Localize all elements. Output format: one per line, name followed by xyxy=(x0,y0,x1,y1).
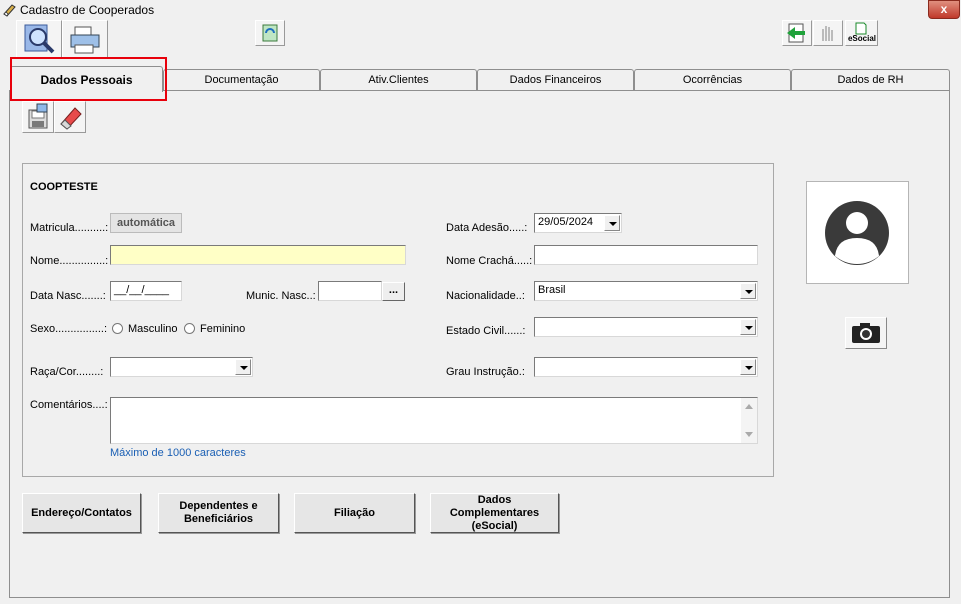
nome-label: Nome...............: xyxy=(30,255,109,267)
save-button[interactable] xyxy=(22,101,54,133)
scroll-arrows-icon xyxy=(745,404,753,437)
grau-instrucao-label: Grau Instrução.: xyxy=(446,366,525,378)
nacionalidade-value: Brasil xyxy=(538,284,566,296)
recycle-button[interactable] xyxy=(255,20,285,46)
chevron-down-icon[interactable] xyxy=(235,359,251,375)
data-nasc-input[interactable]: __/__/____ xyxy=(110,281,182,301)
munic-nasc-label: Munic. Nasc..: xyxy=(246,290,316,302)
app-icon xyxy=(3,4,16,17)
tab-label: Ocorrências xyxy=(682,74,743,86)
tab-ativ-clientes[interactable]: Ativ.Clientes xyxy=(320,69,477,91)
clear-button[interactable] xyxy=(54,101,86,133)
filiacao-button[interactable]: Filiação xyxy=(294,493,415,533)
sexo-masculino-label: Masculino xyxy=(128,323,178,335)
eraser-icon xyxy=(60,107,82,130)
search-button[interactable] xyxy=(16,20,62,58)
esocial-button[interactable]: eSocial xyxy=(845,20,878,46)
recycle-icon xyxy=(262,24,278,42)
hand-icon xyxy=(822,26,833,41)
data-adesao-picker[interactable]: 29/05/2024 xyxy=(534,213,622,233)
chevron-down-icon[interactable] xyxy=(740,319,756,335)
nome-input[interactable] xyxy=(110,245,406,265)
nome-cracha-input[interactable] xyxy=(534,245,758,265)
dados-complementares-line1: Dados xyxy=(477,493,512,506)
nome-cracha-label: Nome Crachá.....: xyxy=(446,255,533,267)
chevron-down-icon[interactable] xyxy=(740,359,756,375)
esocial-label: eSocial xyxy=(847,34,876,43)
matricula-label: Matricula..........: xyxy=(30,222,109,234)
title-bar: Cadastro de Cooperados x xyxy=(0,0,961,20)
dados-complementares-line3: (eSocial) xyxy=(471,519,518,532)
endereco-contatos-button[interactable]: Endereço/Contatos xyxy=(22,493,141,533)
grau-instrucao-select[interactable] xyxy=(534,357,758,377)
sexo-label: Sexo................: xyxy=(30,323,108,335)
endereco-label: Endereço/Contatos xyxy=(31,506,132,519)
camera-button[interactable] xyxy=(845,317,887,349)
biometric-button[interactable] xyxy=(813,20,843,46)
print-button[interactable] xyxy=(62,20,108,58)
raca-cor-label: Raça/Cor........: xyxy=(30,366,104,378)
dependentes-button[interactable]: Dependentes e Beneficiários xyxy=(158,493,279,533)
camera-icon xyxy=(852,323,880,343)
photo-frame[interactable] xyxy=(806,181,909,284)
import-button[interactable] xyxy=(782,20,812,46)
group-title: COOPTESTE xyxy=(30,181,98,193)
comentarios-label: Comentários....: xyxy=(30,399,108,411)
tab-highlight xyxy=(10,57,167,101)
tab-label: Ativ.Clientes xyxy=(368,74,429,86)
magnifier-icon xyxy=(24,24,55,54)
printer-icon xyxy=(70,26,100,54)
esocial-icon xyxy=(855,22,867,35)
scrollbar[interactable] xyxy=(741,398,757,443)
matricula-field: automática xyxy=(110,213,182,233)
import-green-icon xyxy=(787,23,805,43)
tab-label: Dados Financeiros xyxy=(509,74,602,86)
tab-dados-de-rh[interactable]: Dados de RH xyxy=(791,69,950,91)
sexo-feminino-label: Feminino xyxy=(200,323,246,335)
sexo-masculino-radio[interactable] xyxy=(112,323,123,334)
comentarios-hint: Máximo de 1000 caracteres xyxy=(110,447,246,459)
tab-documentacao[interactable]: Documentação xyxy=(163,69,320,91)
munic-nasc-lookup-button[interactable]: ... xyxy=(382,282,405,301)
close-button[interactable]: x xyxy=(928,0,960,19)
tab-dados-financeiros[interactable]: Dados Financeiros xyxy=(477,69,634,91)
data-nasc-label: Data Nasc.......: xyxy=(30,290,106,302)
dependentes-label-line1: Dependentes e xyxy=(179,500,258,512)
nacionalidade-select[interactable]: Brasil xyxy=(534,281,758,301)
comentarios-textarea[interactable] xyxy=(110,397,758,444)
munic-nasc-input[interactable] xyxy=(318,281,382,301)
dependentes-label-line2: Beneficiários xyxy=(183,513,254,525)
dados-complementares-button[interactable]: Dados Complementares (eSocial) xyxy=(430,493,559,533)
nacionalidade-label: Nacionalidade..: xyxy=(446,290,525,302)
estado-civil-select[interactable] xyxy=(534,317,758,337)
filiacao-label: Filiação xyxy=(334,506,375,519)
data-adesao-value: 29/05/2024 xyxy=(538,216,594,228)
raca-cor-select[interactable] xyxy=(110,357,253,377)
user-avatar-icon xyxy=(825,201,889,265)
floppy-save-icon xyxy=(28,103,48,129)
tab-label: Dados de RH xyxy=(837,74,904,86)
window-title: Cadastro de Cooperados xyxy=(20,3,155,17)
tab-ocorrencias[interactable]: Ocorrências xyxy=(634,69,791,91)
chevron-down-icon[interactable] xyxy=(740,283,756,299)
tab-label: Documentação xyxy=(204,74,279,86)
data-adesao-label: Data Adesão.....: xyxy=(446,222,528,234)
dados-complementares-line2: Complementares xyxy=(449,506,540,519)
estado-civil-label: Estado Civil......: xyxy=(446,325,526,337)
sexo-feminino-radio[interactable] xyxy=(184,323,195,334)
chevron-down-icon[interactable] xyxy=(604,215,620,231)
